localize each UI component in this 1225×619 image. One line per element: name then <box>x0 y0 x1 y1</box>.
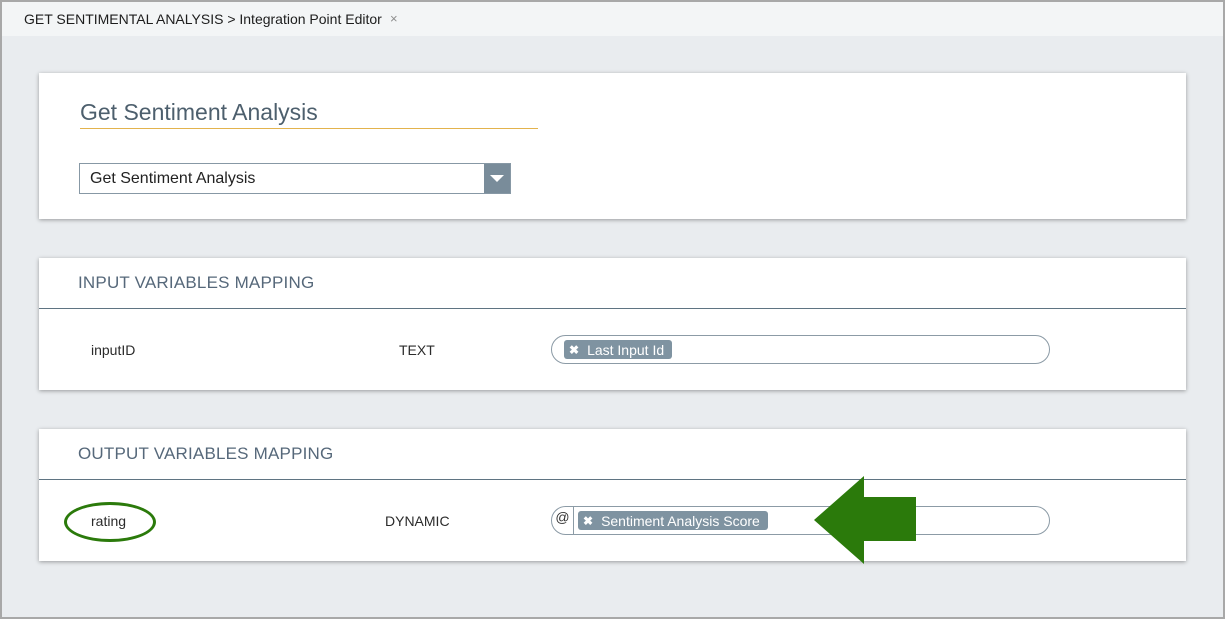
tab-title: GET SENTIMENTAL ANALYSIS > Integration P… <box>24 11 382 27</box>
integration-point-card: Get Sentiment Analysis Get Sentiment Ana… <box>39 73 1186 219</box>
input-variable-name: inputID <box>91 342 136 358</box>
input-variable-value-field[interactable]: ✖ Last Input Id <box>551 335 1050 364</box>
output-variable-type: DYNAMIC <box>385 513 450 529</box>
dropdown-button[interactable] <box>484 164 510 193</box>
chevron-down-icon <box>490 175 504 182</box>
app-frame: GET SENTIMENTAL ANALYSIS > Integration P… <box>0 0 1225 619</box>
output-variables-header: OUTPUT VARIABLES MAPPING <box>39 429 1186 480</box>
output-variable-value-field[interactable]: @ ✖ Sentiment Analysis Score <box>551 506 1050 535</box>
close-icon[interactable]: × <box>390 11 398 26</box>
chip-label: Sentiment Analysis Score <box>601 512 760 529</box>
tab-bar: GET SENTIMENTAL ANALYSIS > Integration P… <box>2 2 1223 36</box>
output-variable-name: rating <box>91 513 127 529</box>
remove-icon[interactable]: ✖ <box>569 343 579 357</box>
input-variable-type: TEXT <box>399 342 435 358</box>
tab-integration-point-editor[interactable]: GET SENTIMENTAL ANALYSIS > Integration P… <box>2 2 416 36</box>
integration-select[interactable]: Get Sentiment Analysis <box>79 163 511 194</box>
output-variables-card: OUTPUT VARIABLES MAPPING rating DYNAMIC … <box>39 429 1186 561</box>
at-sign-icon[interactable]: @ <box>552 507 574 534</box>
variable-chip: ✖ Sentiment Analysis Score <box>578 511 768 530</box>
input-variables-header: INPUT VARIABLES MAPPING <box>39 258 1186 309</box>
remove-icon[interactable]: ✖ <box>583 514 593 528</box>
chip-label: Last Input Id <box>587 341 665 358</box>
variable-chip: ✖ Last Input Id <box>564 340 673 359</box>
integration-select-value: Get Sentiment Analysis <box>90 169 256 187</box>
integration-name-input[interactable]: Get Sentiment Analysis <box>80 98 538 129</box>
input-variables-card: INPUT VARIABLES MAPPING inputID TEXT ✖ L… <box>39 258 1186 390</box>
